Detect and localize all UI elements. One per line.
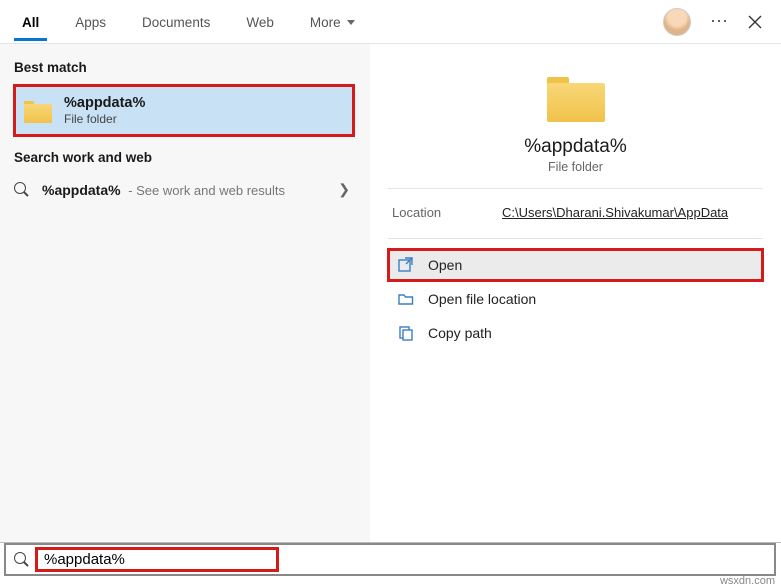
tab-more[interactable]: More bbox=[292, 3, 373, 40]
folder-icon-large bbox=[547, 74, 605, 122]
best-match-label: Best match bbox=[0, 52, 370, 81]
location-label: Location bbox=[392, 205, 502, 220]
more-options-button[interactable]: ⋯ bbox=[701, 4, 737, 40]
folder-open-icon bbox=[398, 291, 414, 307]
action-copy-path-label: Copy path bbox=[428, 325, 492, 341]
web-result-query: %appdata% bbox=[42, 182, 121, 198]
location-value[interactable]: C:\Users\Dharani.Shivakumar\AppData bbox=[502, 205, 728, 220]
preview-title: %appdata% bbox=[524, 136, 626, 158]
preview-type: File folder bbox=[548, 160, 603, 174]
tab-documents[interactable]: Documents bbox=[124, 3, 228, 40]
folder-icon bbox=[24, 99, 52, 123]
preview-panel: %appdata% File folder Location C:\Users\… bbox=[370, 44, 781, 542]
action-copy-path[interactable]: Copy path bbox=[388, 317, 763, 349]
search-window: All Apps Documents Web More ⋯ Best match… bbox=[0, 0, 781, 543]
tab-all[interactable]: All bbox=[4, 3, 57, 40]
close-icon bbox=[748, 15, 762, 29]
best-match-title: %appdata% bbox=[64, 95, 145, 111]
chevron-right-icon: ❯ bbox=[338, 181, 350, 198]
action-open-location-label: Open file location bbox=[428, 291, 536, 307]
open-icon bbox=[398, 257, 414, 273]
tab-web[interactable]: Web bbox=[228, 3, 292, 40]
action-open-location[interactable]: Open file location bbox=[388, 283, 763, 315]
tabs-bar: All Apps Documents Web More ⋯ bbox=[0, 0, 781, 44]
search-input[interactable] bbox=[38, 547, 774, 572]
chevron-down-icon bbox=[347, 20, 355, 25]
web-result-hint: - See work and web results bbox=[125, 183, 285, 198]
work-web-label: Search work and web bbox=[0, 142, 370, 171]
watermark: wsxdn.com bbox=[720, 575, 775, 587]
close-button[interactable] bbox=[737, 4, 773, 40]
web-result-item[interactable]: %appdata% - See work and web results ❯ bbox=[0, 171, 370, 208]
best-match-item[interactable]: %appdata% File folder bbox=[14, 85, 354, 136]
avatar[interactable] bbox=[663, 8, 691, 36]
best-match-type: File folder bbox=[64, 112, 145, 126]
results-panel: Best match %appdata% File folder Search … bbox=[0, 44, 370, 542]
search-icon bbox=[14, 182, 30, 198]
action-open-label: Open bbox=[428, 257, 462, 273]
action-open[interactable]: Open bbox=[388, 249, 763, 281]
tab-apps[interactable]: Apps bbox=[57, 3, 124, 40]
copy-icon bbox=[398, 325, 414, 341]
search-bar bbox=[4, 543, 776, 576]
search-icon bbox=[14, 552, 30, 568]
